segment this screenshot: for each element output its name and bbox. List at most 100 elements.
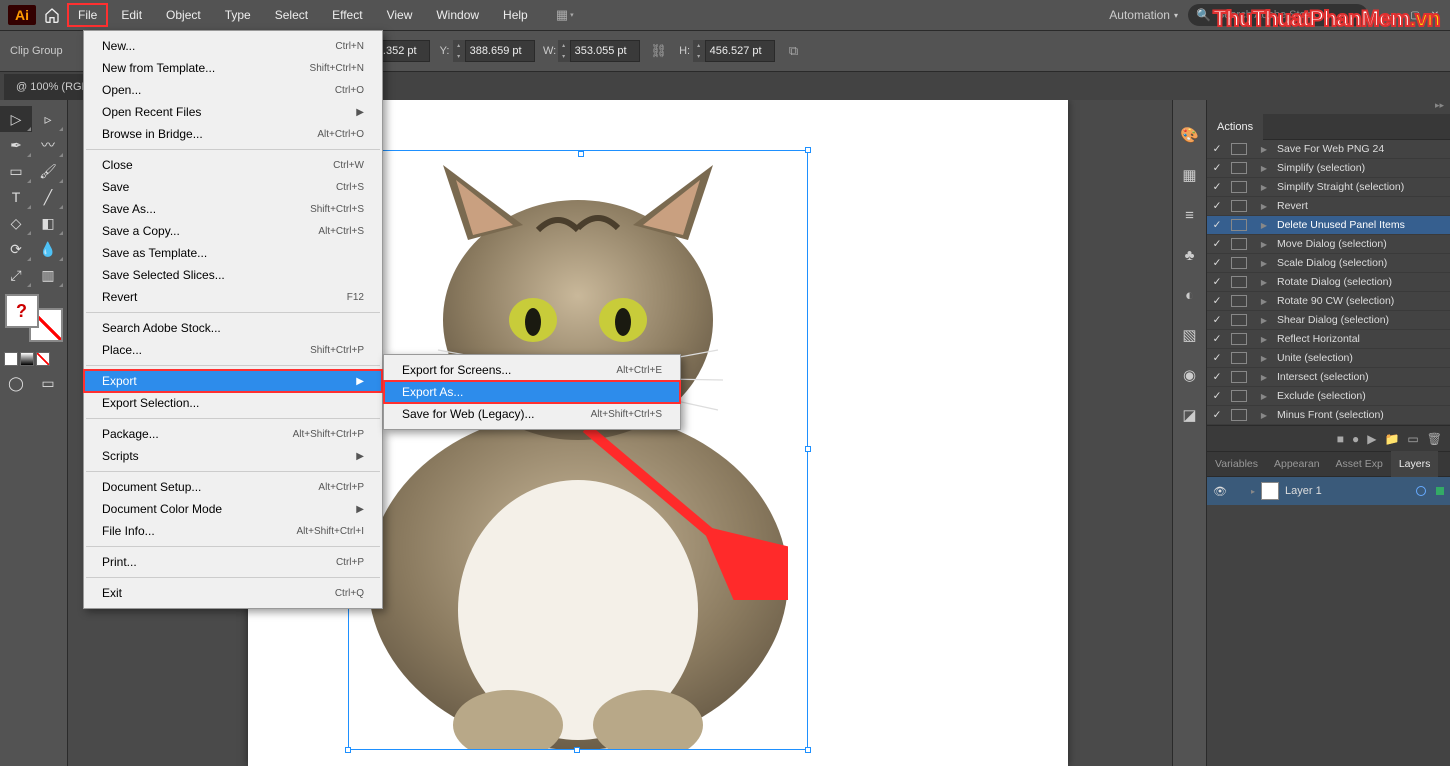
file-menu-item[interactable]: Search Adobe Stock... [84, 317, 382, 339]
expand-icon[interactable]: ▶ [1251, 316, 1277, 325]
rectangle-tool[interactable]: ▭ [0, 158, 32, 184]
expand-icon[interactable]: ▶ [1251, 411, 1277, 420]
action-row[interactable]: ✓▶Simplify Straight (selection) [1207, 178, 1450, 197]
file-menu-item[interactable]: CloseCtrl+W [84, 154, 382, 176]
expand-icon[interactable]: ▶ [1251, 202, 1277, 211]
dialog-toggle-icon[interactable] [1231, 238, 1247, 250]
file-menu-item[interactable]: ExitCtrl+Q [84, 582, 382, 604]
rotate-tool[interactable]: ⟳ [0, 236, 32, 262]
dialog-toggle-icon[interactable] [1231, 352, 1247, 364]
menu-type[interactable]: Type [215, 4, 261, 26]
expand-icon[interactable]: ▶ [1251, 278, 1277, 287]
none-mode-swatch[interactable] [36, 352, 50, 366]
appearance-panel-icon[interactable]: ◉ [1179, 364, 1201, 386]
expand-icon[interactable]: ▶ [1251, 240, 1277, 249]
asset-export-tab[interactable]: Asset Exp [1328, 451, 1391, 477]
dialog-toggle-icon[interactable] [1231, 371, 1247, 383]
workspace-switcher[interactable]: Automation▾ [1109, 8, 1178, 22]
action-row[interactable]: ✓▶Scale Dialog (selection) [1207, 254, 1450, 273]
check-icon[interactable]: ✓ [1207, 314, 1227, 326]
action-row[interactable]: ✓▶Save For Web PNG 24 [1207, 140, 1450, 159]
file-menu-item[interactable]: RevertF12 [84, 286, 382, 308]
line-tool[interactable]: ╱ [32, 184, 64, 210]
color-panel-icon[interactable]: 🎨 [1179, 124, 1201, 146]
expand-icon[interactable]: ▶ [1251, 164, 1277, 173]
dialog-toggle-icon[interactable] [1231, 200, 1247, 212]
menu-object[interactable]: Object [156, 4, 211, 26]
gradient-mode-swatch[interactable] [20, 352, 34, 366]
dialog-toggle-icon[interactable] [1231, 143, 1247, 155]
curvature-tool[interactable]: 〰 [32, 132, 64, 158]
file-menu-item[interactable]: Document Setup...Alt+Ctrl+P [84, 476, 382, 498]
appearance-tab[interactable]: Appearan [1266, 451, 1328, 477]
menu-edit[interactable]: Edit [111, 4, 152, 26]
menu-file[interactable]: File [68, 4, 107, 26]
actions-panel-tab[interactable]: Actions [1207, 114, 1263, 140]
check-icon[interactable]: ✓ [1207, 219, 1227, 231]
visibility-icon[interactable]: 👁 [1213, 485, 1229, 498]
play-icon[interactable]: ▶ [1367, 432, 1376, 446]
scale-tool[interactable]: ⤢ [0, 262, 32, 288]
check-icon[interactable]: ✓ [1207, 352, 1227, 364]
file-menu-item[interactable]: Save As...Shift+Ctrl+S [84, 198, 382, 220]
expand-icon[interactable]: ▶ [1251, 183, 1277, 192]
menu-help[interactable]: Help [493, 4, 538, 26]
record-icon[interactable]: ● [1352, 432, 1359, 446]
eyedropper-tool[interactable]: 💧 [32, 236, 64, 262]
export-menu-item[interactable]: Export for Screens...Alt+Ctrl+E [384, 359, 680, 381]
check-icon[interactable]: ✓ [1207, 333, 1227, 345]
file-menu-item[interactable]: Open Recent Files▶ [84, 101, 382, 123]
check-icon[interactable]: ✓ [1207, 238, 1227, 250]
dialog-toggle-icon[interactable] [1231, 162, 1247, 174]
check-icon[interactable]: ✓ [1207, 390, 1227, 402]
check-icon[interactable]: ✓ [1207, 295, 1227, 307]
pen-tool[interactable]: ✒ [0, 132, 32, 158]
eraser-tool[interactable]: ◧ [32, 210, 64, 236]
file-menu-item[interactable]: New from Template...Shift+Ctrl+N [84, 57, 382, 79]
transparency-panel-icon[interactable]: ◐ [1179, 284, 1201, 306]
home-icon[interactable] [40, 3, 64, 27]
arrange-docs-icon[interactable]: ▦▾ [554, 4, 576, 26]
direct-selection-tool[interactable]: ▹ [32, 106, 64, 132]
action-row[interactable]: ✓▶Reflect Horizontal [1207, 330, 1450, 349]
file-menu-item[interactable]: Save a Copy...Alt+Ctrl+S [84, 220, 382, 242]
action-row[interactable]: ✓▶Simplify (selection) [1207, 159, 1450, 178]
expand-icon[interactable]: ▶ [1251, 392, 1277, 401]
action-row[interactable]: ✓▶Rotate Dialog (selection) [1207, 273, 1450, 292]
color-mode-swatch[interactable] [4, 352, 18, 366]
action-row[interactable]: ✓▶Unite (selection) [1207, 349, 1450, 368]
trash-icon[interactable]: 🗑 [1427, 432, 1442, 446]
file-menu-item[interactable]: Export Selection... [84, 392, 382, 414]
type-tool[interactable]: T [0, 184, 32, 210]
menu-window[interactable]: Window [426, 4, 489, 26]
dialog-toggle-icon[interactable] [1231, 409, 1247, 421]
check-icon[interactable]: ✓ [1207, 143, 1227, 155]
shaper-tool[interactable]: ◇ [0, 210, 32, 236]
action-row[interactable]: ✓▶Exclude (selection) [1207, 387, 1450, 406]
action-row[interactable]: ✓▶Delete Unused Panel Items [1207, 216, 1450, 235]
file-menu-item[interactable]: Export▶ [84, 370, 382, 392]
check-icon[interactable]: ✓ [1207, 181, 1227, 193]
check-icon[interactable]: ✓ [1207, 257, 1227, 269]
shape-align-icon[interactable]: ⧉ [783, 40, 805, 62]
check-icon[interactable]: ✓ [1207, 200, 1227, 212]
check-icon[interactable]: ✓ [1207, 409, 1227, 421]
action-row[interactable]: ✓▶Revert [1207, 197, 1450, 216]
gradient-panel-icon[interactable]: ▧ [1179, 324, 1201, 346]
dialog-toggle-icon[interactable] [1231, 295, 1247, 307]
expand-icon[interactable]: ▶ [1251, 297, 1277, 306]
action-row[interactable]: ✓▶Minus Front (selection) [1207, 406, 1450, 425]
file-menu-item[interactable]: Save Selected Slices... [84, 264, 382, 286]
file-menu-item[interactable]: SaveCtrl+S [84, 176, 382, 198]
dialog-toggle-icon[interactable] [1231, 276, 1247, 288]
expand-icon[interactable]: ▶ [1251, 221, 1277, 230]
target-icon[interactable] [1416, 486, 1426, 496]
link-dimensions-icon[interactable]: ⛓ [648, 40, 670, 62]
file-menu-item[interactable]: Place...Shift+Ctrl+P [84, 339, 382, 361]
dialog-toggle-icon[interactable] [1231, 181, 1247, 193]
file-menu-item[interactable]: Browse in Bridge...Alt+Ctrl+O [84, 123, 382, 145]
draw-mode-normal[interactable]: ◯ [0, 370, 32, 396]
dialog-toggle-icon[interactable] [1231, 257, 1247, 269]
stroke-panel-icon[interactable]: ≡ [1179, 204, 1201, 226]
file-menu-item[interactable]: Package...Alt+Shift+Ctrl+P [84, 423, 382, 445]
